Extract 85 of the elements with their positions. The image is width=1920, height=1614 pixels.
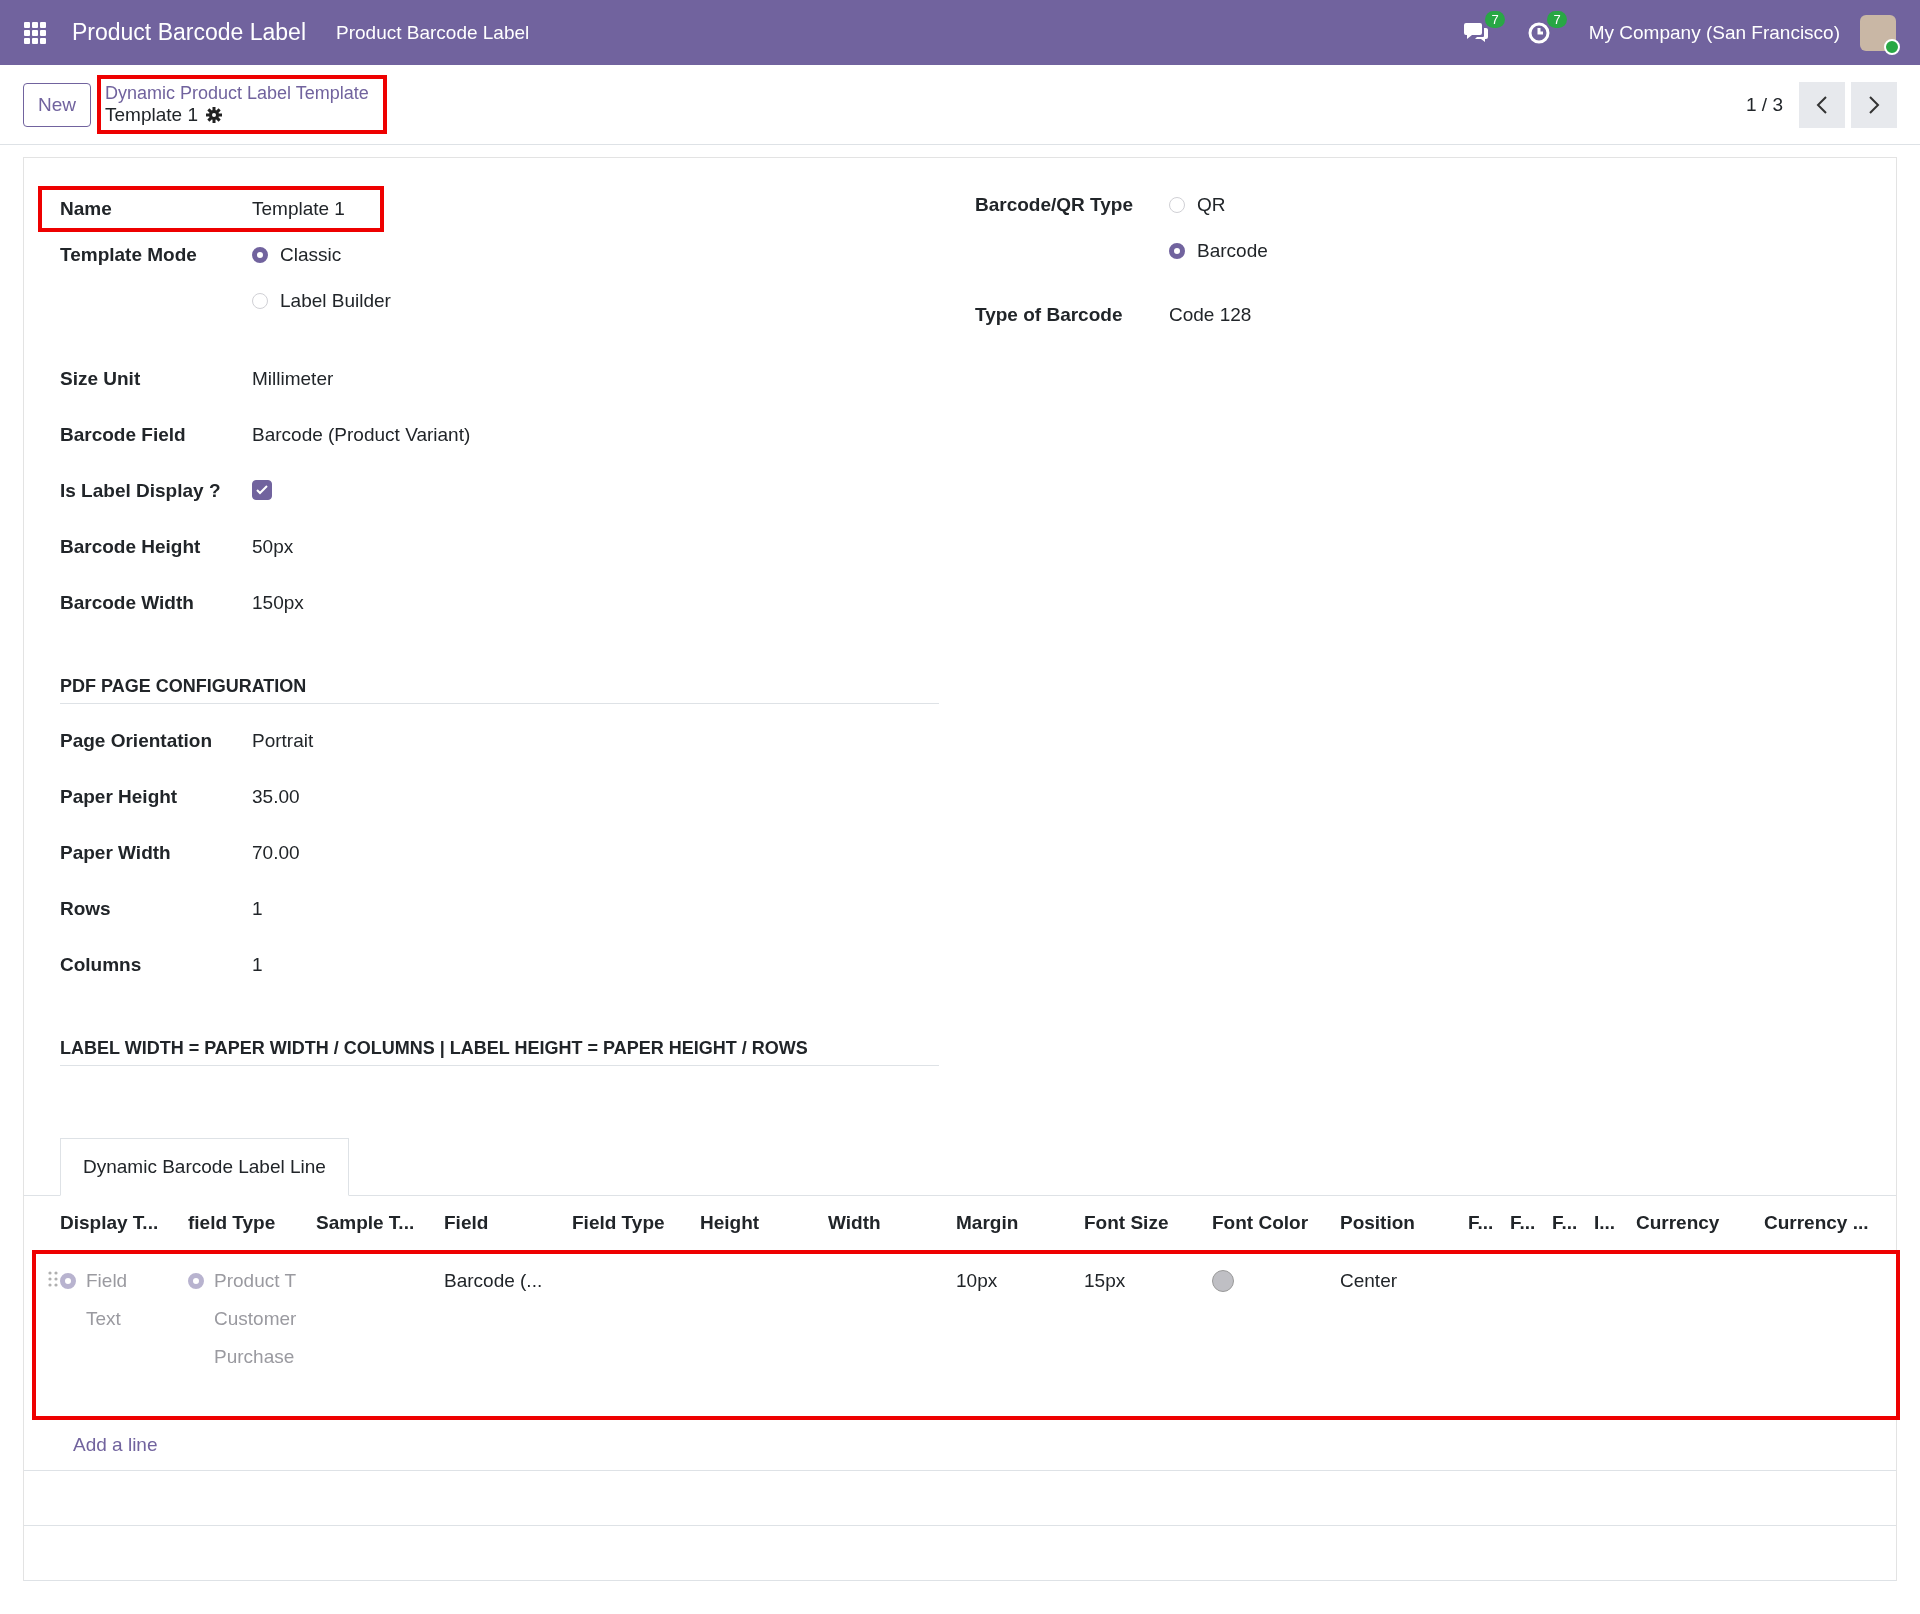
radio-button[interactable] xyxy=(188,1273,204,1289)
column-header[interactable]: F... xyxy=(1510,1196,1552,1250)
color-swatch[interactable] xyxy=(1212,1270,1234,1292)
column-header[interactable]: Display T... xyxy=(60,1196,188,1250)
field-value[interactable]: Code 128 xyxy=(1169,304,1896,326)
column-header[interactable]: F... xyxy=(1552,1196,1594,1250)
field-value[interactable]: 1 xyxy=(252,954,975,976)
field-label: Paper Width xyxy=(60,842,172,864)
option-label: Purchase xyxy=(214,1346,295,1368)
column-header[interactable]: Width xyxy=(828,1196,956,1250)
field-label: Is Label Display ? xyxy=(60,480,222,502)
column-header[interactable]: field Type xyxy=(188,1196,316,1250)
field-value[interactable]: Template 1 xyxy=(252,198,380,220)
option-label: Classic xyxy=(280,244,342,266)
chevron-left-icon xyxy=(1816,94,1828,115)
table-cell: 10px xyxy=(956,1270,998,1291)
message-count: 7 xyxy=(1485,10,1505,28)
chevron-right-icon xyxy=(1868,94,1880,115)
pager: 1 / 3 xyxy=(1746,93,1783,116)
company-name[interactable]: My Company (San Francisco) xyxy=(1588,21,1840,44)
radio-button[interactable] xyxy=(1169,243,1185,259)
column-header[interactable]: Currency xyxy=(1636,1196,1764,1250)
field-value[interactable]: 50px xyxy=(252,536,975,558)
apps-grid-icon[interactable] xyxy=(24,21,46,44)
field-value[interactable]: 1 xyxy=(252,898,975,920)
option-label: QR xyxy=(1197,194,1226,216)
add-line-link[interactable]: Add a line xyxy=(24,1420,1896,1471)
checkmark-icon xyxy=(256,485,268,495)
table-cell: Barcode (... xyxy=(444,1270,543,1291)
column-header[interactable]: I... xyxy=(1594,1196,1636,1250)
drag-handle-icon[interactable] xyxy=(48,1271,58,1287)
field-value[interactable]: 35.00 xyxy=(252,786,975,808)
column-header[interactable]: Height xyxy=(700,1196,828,1250)
new-button[interactable]: New xyxy=(23,82,91,127)
field-label: Columns xyxy=(60,954,143,976)
option-label: Barcode xyxy=(1197,240,1268,262)
field-value[interactable]: 150px xyxy=(252,592,975,614)
field-label: Name xyxy=(60,198,113,220)
clock-icon[interactable] xyxy=(1526,20,1551,45)
next-button[interactable] xyxy=(1851,81,1897,128)
option-label: Product T xyxy=(214,1270,297,1292)
breadcrumb-link[interactable]: Dynamic Product Label Template xyxy=(105,83,369,104)
field-value[interactable]: Millimeter xyxy=(252,368,975,390)
field-label: Template Mode xyxy=(60,244,198,266)
record-title: Template 1 xyxy=(105,104,198,126)
field-label: Size Unit xyxy=(60,368,142,390)
section-title: LABEL WIDTH = PAPER WIDTH / COLUMNS | LABEL HEIGHT = PAPER HEIGHT / ROWS xyxy=(60,1038,939,1066)
option-label: Label Builder xyxy=(280,290,391,312)
column-header[interactable]: Field xyxy=(444,1196,572,1250)
field-label: Rows xyxy=(60,898,112,920)
previous-button[interactable] xyxy=(1799,81,1845,128)
column-header[interactable]: Currency ... xyxy=(1764,1196,1896,1250)
column-header[interactable]: F... xyxy=(1468,1196,1510,1250)
field-value[interactable]: Barcode (Product Variant) xyxy=(252,424,975,446)
column-header[interactable]: Font Color xyxy=(1212,1196,1340,1250)
field-label: Page Orientation xyxy=(60,730,214,752)
notebook-tab[interactable]: Dynamic Barcode Label Line xyxy=(60,1138,349,1196)
table-cell: Center xyxy=(1340,1270,1398,1291)
radio-button[interactable] xyxy=(252,247,268,263)
checkbox[interactable] xyxy=(252,480,272,500)
table-cell: 15px xyxy=(1084,1270,1126,1291)
column-header[interactable]: Field Type xyxy=(572,1196,700,1250)
field-label: Barcode Height xyxy=(60,536,202,558)
field-value[interactable]: Portrait xyxy=(252,730,975,752)
option-label: Text xyxy=(86,1308,121,1330)
field-label: Barcode Field xyxy=(60,424,187,446)
option-label: Field xyxy=(86,1270,128,1292)
online-status-icon xyxy=(1884,38,1900,55)
field-label: Type of Barcode xyxy=(975,304,1124,326)
gear-icon[interactable] xyxy=(205,107,222,123)
column-header[interactable]: Sample T... xyxy=(316,1196,444,1250)
menu-item[interactable]: Product Barcode Label xyxy=(336,21,530,44)
field-label: Barcode/QR Type xyxy=(975,194,1135,216)
app-title[interactable]: Product Barcode Label xyxy=(72,19,306,46)
section-title: PDF PAGE CONFIGURATION xyxy=(60,676,939,704)
column-header[interactable]: Position xyxy=(1340,1196,1468,1250)
field-value[interactable]: 70.00 xyxy=(252,842,975,864)
field-label: Barcode Width xyxy=(60,592,195,614)
field-label: Paper Height xyxy=(60,786,179,808)
chat-icon[interactable] xyxy=(1462,20,1489,45)
column-header[interactable]: Font Size xyxy=(1084,1196,1212,1250)
radio-button[interactable] xyxy=(60,1273,76,1289)
activity-count: 7 xyxy=(1547,10,1567,28)
option-label: Customer xyxy=(214,1308,297,1330)
column-header[interactable]: Margin xyxy=(956,1196,1084,1250)
